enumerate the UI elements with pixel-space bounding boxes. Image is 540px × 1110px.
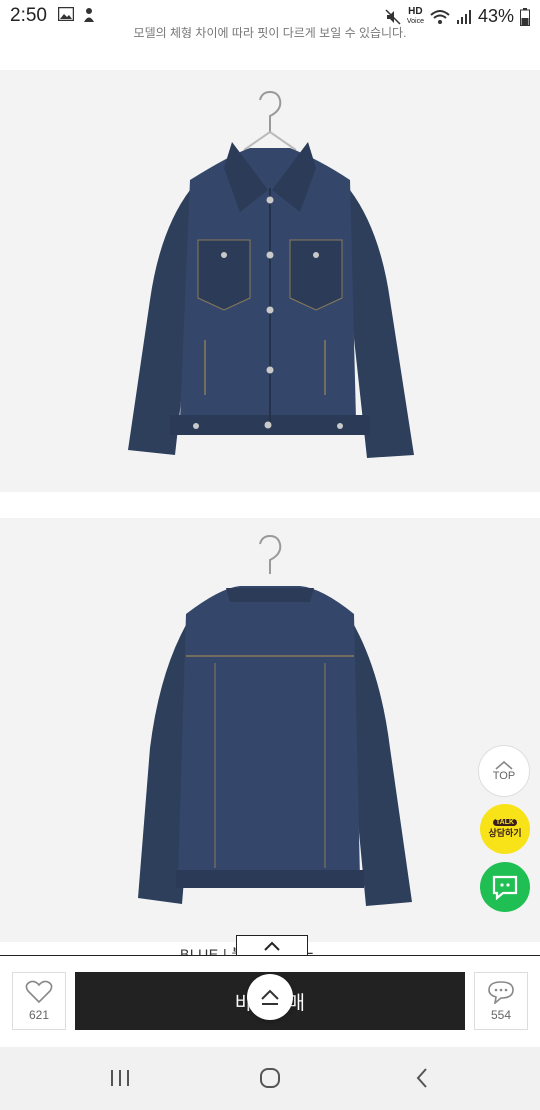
home-button[interactable] xyxy=(250,1063,290,1093)
speech-bubble-icon xyxy=(488,981,514,1004)
app-notification-icon xyxy=(84,8,94,22)
chevron-up-icon xyxy=(264,941,280,951)
kakao-talk-button[interactable]: TALK 상담하기 xyxy=(480,804,530,854)
kakao-badge: TALK xyxy=(492,819,518,826)
top-label: TOP xyxy=(492,770,516,782)
up-arrow-icon xyxy=(261,989,279,1005)
back-icon xyxy=(416,1068,427,1088)
battery-icon xyxy=(520,7,530,26)
chat-icon xyxy=(492,875,518,900)
product-image-front xyxy=(0,70,540,492)
like-count: 621 xyxy=(28,1008,50,1022)
home-icon xyxy=(260,1068,280,1088)
like-button[interactable]: 621 xyxy=(12,972,66,1030)
gallery-icon xyxy=(58,7,74,21)
heart-icon xyxy=(25,980,53,1004)
wifi-icon xyxy=(430,9,450,24)
scroll-up-button[interactable] xyxy=(247,974,293,1020)
back-button[interactable] xyxy=(402,1063,442,1093)
product-image-back xyxy=(0,518,540,942)
recent-apps-icon xyxy=(111,1070,129,1086)
signal-icon xyxy=(456,9,471,24)
chevron-up-icon xyxy=(495,760,513,770)
navigation-bar xyxy=(0,1047,540,1110)
comment-button[interactable]: 554 xyxy=(474,972,528,1030)
recent-apps-button[interactable] xyxy=(100,1063,140,1093)
mute-icon xyxy=(385,8,401,25)
scroll-top-button[interactable]: TOP xyxy=(478,745,530,797)
product-description-text: 모델의 체형 차이에 따라 핏이 다르게 보일 수 있습니다. xyxy=(133,26,407,38)
kakao-label: 상담하기 xyxy=(488,828,522,838)
collapse-tab[interactable] xyxy=(236,935,308,956)
comment-count: 554 xyxy=(490,1008,512,1022)
chat-button[interactable] xyxy=(480,862,530,912)
